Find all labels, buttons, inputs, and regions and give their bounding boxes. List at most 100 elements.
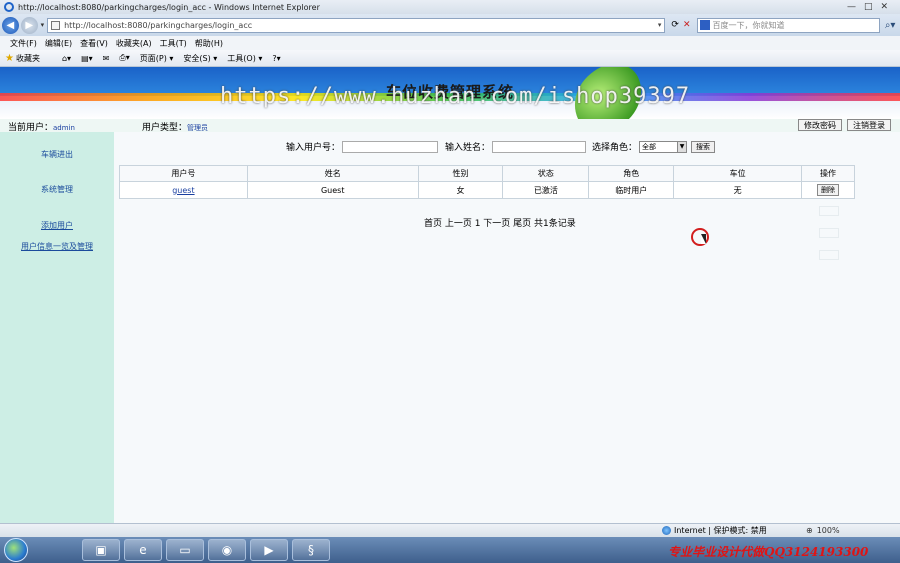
menu-tools[interactable]: 工具(T) — [160, 38, 187, 49]
stop-icon[interactable]: ✕ — [683, 20, 691, 30]
menu-view[interactable]: 查看(V) — [80, 38, 108, 49]
col-user-id: 用户号 — [119, 165, 248, 182]
search-button[interactable]: 搜索 — [691, 140, 716, 153]
security-zone: Internet | 保护模式: 禁用 — [662, 525, 767, 536]
user-table: 用户号 姓名 性别 状态 角色 车位 操作 guest Guest 女 已激活 … — [119, 165, 855, 199]
search-form: 输入用户号： 输入姓名： 选择角色： 全部 ▼ 搜索 — [286, 140, 716, 153]
name-input[interactable] — [492, 140, 587, 153]
ad-overlay-text: 专业毕业设计代做QQ3124193300 — [668, 545, 869, 559]
refresh-icon[interactable]: ⟳ — [671, 20, 679, 30]
taskbar-media-icon[interactable]: ▶ — [250, 539, 288, 561]
col-spot: 车位 — [673, 165, 803, 182]
change-password-button[interactable]: 修改密码 — [798, 119, 842, 131]
window-title: http://localhost:8080/parkingcharges/log… — [18, 2, 320, 12]
menu-file[interactable]: 文件(F) — [10, 38, 37, 49]
col-name: 姓名 — [246, 165, 419, 182]
col-status: 状态 — [502, 165, 590, 182]
globe-icon — [662, 526, 671, 535]
cell-role: 临时用户 — [588, 181, 675, 199]
sidebar-item-vehicle-entry[interactable]: 车辆进出 — [0, 149, 114, 160]
search-go-icon[interactable]: ⌕▾ — [880, 20, 900, 31]
watermark-text: https://www.huzhan.com/ishop39397 — [220, 84, 691, 109]
taskbar-folder-icon[interactable]: ▭ — [166, 539, 204, 561]
status-bar: Internet | 保护模式: 禁用 ⊕ 100% — [0, 523, 900, 537]
cell-spot: 无 — [673, 181, 803, 199]
address-url[interactable]: http://localhost:8080/parkingcharges/log… — [64, 21, 658, 30]
menu-edit[interactable]: 编辑(E) — [45, 38, 72, 49]
menu-help[interactable]: 帮助(H) — [195, 38, 223, 49]
current-user-value: admin — [53, 124, 75, 132]
menu-favorites[interactable]: 收藏夹(A) — [116, 38, 152, 49]
table-row: guest Guest 女 已激活 临时用户 无 删除 — [119, 181, 855, 199]
address-dropdown-icon[interactable]: ▾ — [658, 21, 665, 29]
click-indicator-icon — [691, 228, 709, 246]
close-window-button[interactable]: ✕ — [880, 2, 888, 12]
user-type-value: 管理员 — [187, 124, 209, 132]
delete-button[interactable]: 删除 — [817, 184, 840, 196]
back-button[interactable]: ◀ — [2, 16, 19, 34]
taskbar-ie-icon[interactable]: e — [124, 539, 162, 561]
page-viewport: 车位收费管理系统 https://www.huzhan.com/ishop393… — [0, 67, 900, 523]
cell-user-id[interactable]: guest — [119, 181, 248, 199]
maximize-button[interactable]: □ — [864, 2, 873, 12]
taskbar-eclipse-icon[interactable]: § — [292, 539, 330, 561]
address-tools: ⟳ ✕ — [671, 20, 690, 30]
faint-box — [819, 206, 839, 216]
user-info-bar: 当前用户：admin 用户类型：管理员 修改密码 注销登录 — [0, 119, 900, 133]
page-icon — [51, 20, 61, 30]
col-role: 角色 — [588, 165, 675, 182]
forward-button[interactable]: ▶ — [20, 16, 38, 34]
zone-text: Internet | 保护模式: 禁用 — [674, 526, 767, 535]
sidebar-item-add-user[interactable]: 添加用户 — [0, 220, 114, 231]
window-titlebar: http://localhost:8080/parkingcharges/log… — [0, 0, 900, 14]
favorites-button[interactable]: ★ 收藏夹 — [0, 53, 48, 64]
role-select-value: 全部 — [642, 142, 657, 151]
header-banner: 车位收费管理系统 https://www.huzhan.com/ishop393… — [0, 67, 900, 119]
menu-bar: 文件(F) 编辑(E) 查看(V) 收藏夹(A) 工具(T) 帮助(H) — [0, 36, 900, 50]
baidu-icon — [699, 20, 710, 30]
role-select[interactable]: 全部 ▼ — [639, 140, 688, 153]
cell-status: 已激活 — [502, 181, 590, 199]
taskbar-explorer-icon[interactable]: ▣ — [82, 539, 120, 561]
faint-box — [819, 250, 839, 260]
tools-menu[interactable]: 工具(O) ▾ — [227, 53, 262, 64]
minimize-button[interactable]: — — [847, 2, 856, 12]
safety-menu[interactable]: 安全(S) ▾ — [183, 53, 217, 64]
faint-box — [819, 228, 839, 238]
chevron-down-icon: ▼ — [677, 141, 687, 152]
col-action: 操作 — [801, 165, 855, 182]
address-toolbar: ◀ ▶ ▾ http://localhost:8080/parkingcharg… — [0, 14, 900, 36]
mouse-cursor-icon — [701, 234, 706, 244]
feeds-icon[interactable]: ▤▾ — [81, 54, 93, 63]
cell-gender: 女 — [417, 181, 504, 199]
zoom-level[interactable]: 100% — [817, 526, 840, 535]
help-icon[interactable]: ?▾ — [272, 54, 280, 63]
role-label: 选择角色： — [592, 143, 638, 153]
search-box[interactable]: 百度一下，你就知道 — [696, 17, 881, 33]
star-icon: ★ — [5, 52, 14, 64]
sidebar: 车辆进出 系统管理 添加用户 用户信息一览及管理 — [0, 132, 114, 523]
home-icon[interactable]: ⌂▾ — [62, 54, 71, 63]
cell-name: Guest — [246, 181, 419, 199]
pagination[interactable]: 首页 上一页 1 下一页 尾页 共1条记录 — [424, 216, 576, 229]
command-bar: ⌂▾ ▤▾ ✉ ⎙▾ 页面(P) ▾ 安全(S) ▾ 工具(O) ▾ ?▾ — [62, 53, 281, 64]
print-icon[interactable]: ⎙▾ — [119, 53, 129, 63]
user-id-input[interactable] — [342, 140, 439, 153]
zoom-control[interactable]: ⊕ 100% — [806, 526, 840, 535]
col-gender: 性别 — [417, 165, 504, 182]
page-menu[interactable]: 页面(P) ▾ — [140, 53, 174, 64]
main-content: 输入用户号： 输入姓名： 选择角色： 全部 ▼ 搜索 用户号 姓名 性别 状态 … — [114, 132, 900, 523]
sidebar-item-system-management[interactable]: 系统管理 — [0, 184, 114, 195]
address-bar[interactable]: http://localhost:8080/parkingcharges/log… — [47, 17, 666, 33]
logout-button[interactable]: 注销登录 — [847, 119, 891, 131]
table-header-row: 用户号 姓名 性别 状态 角色 车位 操作 — [119, 165, 855, 182]
user-id-label: 输入用户号： — [286, 143, 341, 153]
start-button[interactable] — [4, 538, 28, 562]
taskbar-app-icon[interactable]: ◉ — [208, 539, 246, 561]
mail-icon[interactable]: ✉ — [103, 54, 110, 63]
zoom-icon: ⊕ — [806, 526, 813, 535]
search-placeholder[interactable]: 百度一下，你就知道 — [713, 20, 880, 31]
sidebar-item-user-management[interactable]: 用户信息一览及管理 — [0, 241, 114, 252]
cell-action: 删除 — [801, 181, 855, 199]
history-dropdown-icon[interactable]: ▾ — [41, 21, 45, 29]
